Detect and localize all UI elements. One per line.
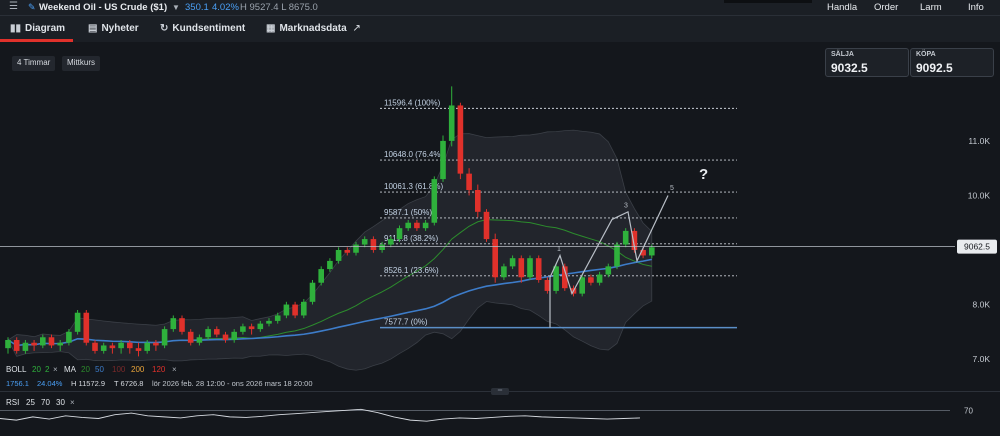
ma-close-icon[interactable]: × — [172, 365, 177, 374]
price-type-selector[interactable]: Mittkurs — [62, 56, 100, 71]
top-dropdown-strip — [724, 0, 812, 3]
rsi-close-icon[interactable]: × — [70, 398, 75, 407]
nav-larm[interactable]: Larm — [920, 2, 942, 13]
info-range: lör 2026 feb. 28 12:00 - ons 2026 mars 1… — [152, 379, 313, 388]
instrument-title[interactable]: Weekend Oil - US Crude ($1) — [39, 2, 167, 13]
tab-marknadsdata[interactable]: ▦ Marknadsdata ↗ — [266, 23, 361, 34]
rsi-label[interactable]: RSI — [6, 398, 19, 407]
nav-info[interactable]: Info — [968, 2, 984, 13]
chart-bars-icon: ▮▮ — [10, 23, 22, 34]
building-icon: ▦ — [266, 23, 276, 34]
hamburger-menu-icon[interactable]: ☰ — [9, 1, 18, 12]
sell-label: SÄLJA — [831, 51, 854, 58]
pencil-icon[interactable]: ✎ — [28, 2, 36, 13]
ma-param-1: 20 — [81, 365, 90, 374]
tab-bar: ▮▮ Diagram ▤ Nyheter ↻ Kundsentiment ▦ Markn… — [0, 16, 1000, 42]
chart-area[interactable] — [0, 42, 1000, 436]
boll-param-2: 2 — [45, 365, 50, 374]
instrument-high-low: H 9527.4 L 8675.0 — [240, 2, 318, 13]
ma-param-4: 200 — [131, 365, 145, 374]
boll-label[interactable]: BOLL — [6, 365, 26, 374]
interval-selector[interactable]: 4 Timmar — [12, 56, 56, 71]
buy-label: KÖPA — [916, 51, 936, 58]
info-high: H 11572.9 — [71, 379, 106, 388]
ma-param-2: 50 — [95, 365, 104, 374]
ma-param-5: 120 — [152, 365, 166, 374]
nav-order[interactable]: Order — [874, 2, 898, 13]
info-low: T 6726.8 — [114, 379, 144, 388]
info-value-2: 24.04% — [37, 379, 63, 388]
tab-diagram[interactable]: ▮▮ Diagram — [10, 23, 65, 34]
ma-label[interactable]: MA — [64, 365, 76, 374]
info-value-1: 1756.1 — [6, 379, 29, 388]
instrument-price: 350.1 — [185, 2, 209, 13]
boll-close-icon[interactable]: × — [53, 365, 58, 374]
rsi-param-3: 30 — [56, 398, 65, 407]
refresh-icon: ↻ — [160, 23, 169, 34]
tab-nyheter[interactable]: ▤ Nyheter — [88, 23, 139, 34]
buy-value: 9092.5 — [916, 61, 953, 75]
boll-param-1: 20 — [32, 365, 41, 374]
resize-handle-icon[interactable]: ═ — [491, 388, 509, 395]
ma-param-3: 100 — [112, 365, 126, 374]
external-link-icon: ↗ — [352, 23, 361, 34]
buy-button[interactable]: KÖPA 9092.5 — [910, 48, 994, 77]
instrument-change: 4.02% — [212, 2, 239, 13]
sell-value: 9032.5 — [831, 61, 868, 75]
nav-handla[interactable]: Handla — [827, 2, 857, 13]
sell-button[interactable]: SÄLJA 9032.5 — [825, 48, 909, 77]
newspaper-icon: ▤ — [88, 23, 98, 34]
tab-kundsentiment[interactable]: ↻ Kundsentiment — [160, 23, 245, 34]
rsi-param-2: 70 — [41, 398, 50, 407]
rsi-param-1: 25 — [26, 398, 35, 407]
chevron-down-icon[interactable]: ▼ — [172, 3, 180, 12]
top-bar: ☰ ✎ Weekend Oil - US Crude ($1) ▼ 350.1 … — [0, 0, 1000, 16]
